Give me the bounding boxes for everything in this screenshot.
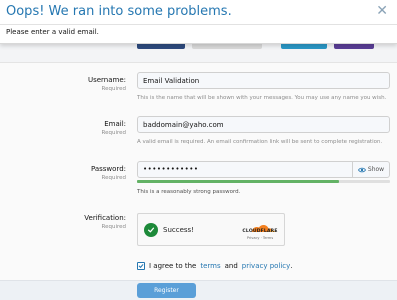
username-label: Username: [87,76,126,84]
show-password-toggle[interactable]: Show [352,162,389,177]
terms-link[interactable]: terms [200,262,220,270]
verification-label: Verification: [84,214,126,222]
password-strength-fill [137,180,340,183]
close-icon[interactable]: ✕ [376,3,388,19]
agree-conjunction: and [224,262,238,270]
register-button[interactable]: Register [137,283,196,298]
agree-row: I agree to the terms and privacy policy. [137,262,293,270]
error-overlay: Oops! We ran into some problems. ✕ Pleas… [0,0,397,44]
error-title: Oops! We ran into some problems. [6,4,232,19]
check-icon [138,264,144,268]
password-strength-meter [137,180,390,183]
password-label: Password: [90,165,126,173]
username-input[interactable] [137,72,390,89]
agree-checkbox[interactable] [137,262,145,270]
email-hint: A valid email is required. An email conf… [137,139,383,145]
password-masked-value: •••••••••••• [143,165,199,173]
check-icon [144,223,158,237]
verification-required: Required [101,224,126,230]
password-input[interactable]: •••••••••••• Show [137,161,390,178]
captcha-widget[interactable]: Success! CLOUDFLARE Privacy · Terms [137,213,285,246]
captcha-status: Success! [163,226,194,234]
show-password-label: Show [367,166,385,173]
password-strength-text: This is a reasonably strong password. [137,189,241,195]
username-required: Required [101,86,126,92]
form-divider [0,62,397,63]
captcha-terms-link[interactable]: Terms [263,236,273,240]
error-message: Please enter a valid email. [6,28,99,36]
captcha-links: Privacy · Terms [246,236,274,240]
email-input[interactable] [137,116,390,133]
eye-icon [357,167,366,172]
username-hint: This is the name that will be shown with… [137,95,387,101]
email-required: Required [101,130,126,136]
overlay-divider [0,24,397,25]
captcha-brand: CLOUDFLARE [242,229,278,234]
agree-suffix: . [290,262,293,270]
agree-prefix: I agree to the [149,262,197,270]
email-label: Email: [104,120,126,128]
privacy-policy-link[interactable]: privacy policy [242,262,291,270]
form-footer [0,280,397,300]
password-required: Required [101,175,126,181]
captcha-privacy-link[interactable]: Privacy [247,236,260,240]
